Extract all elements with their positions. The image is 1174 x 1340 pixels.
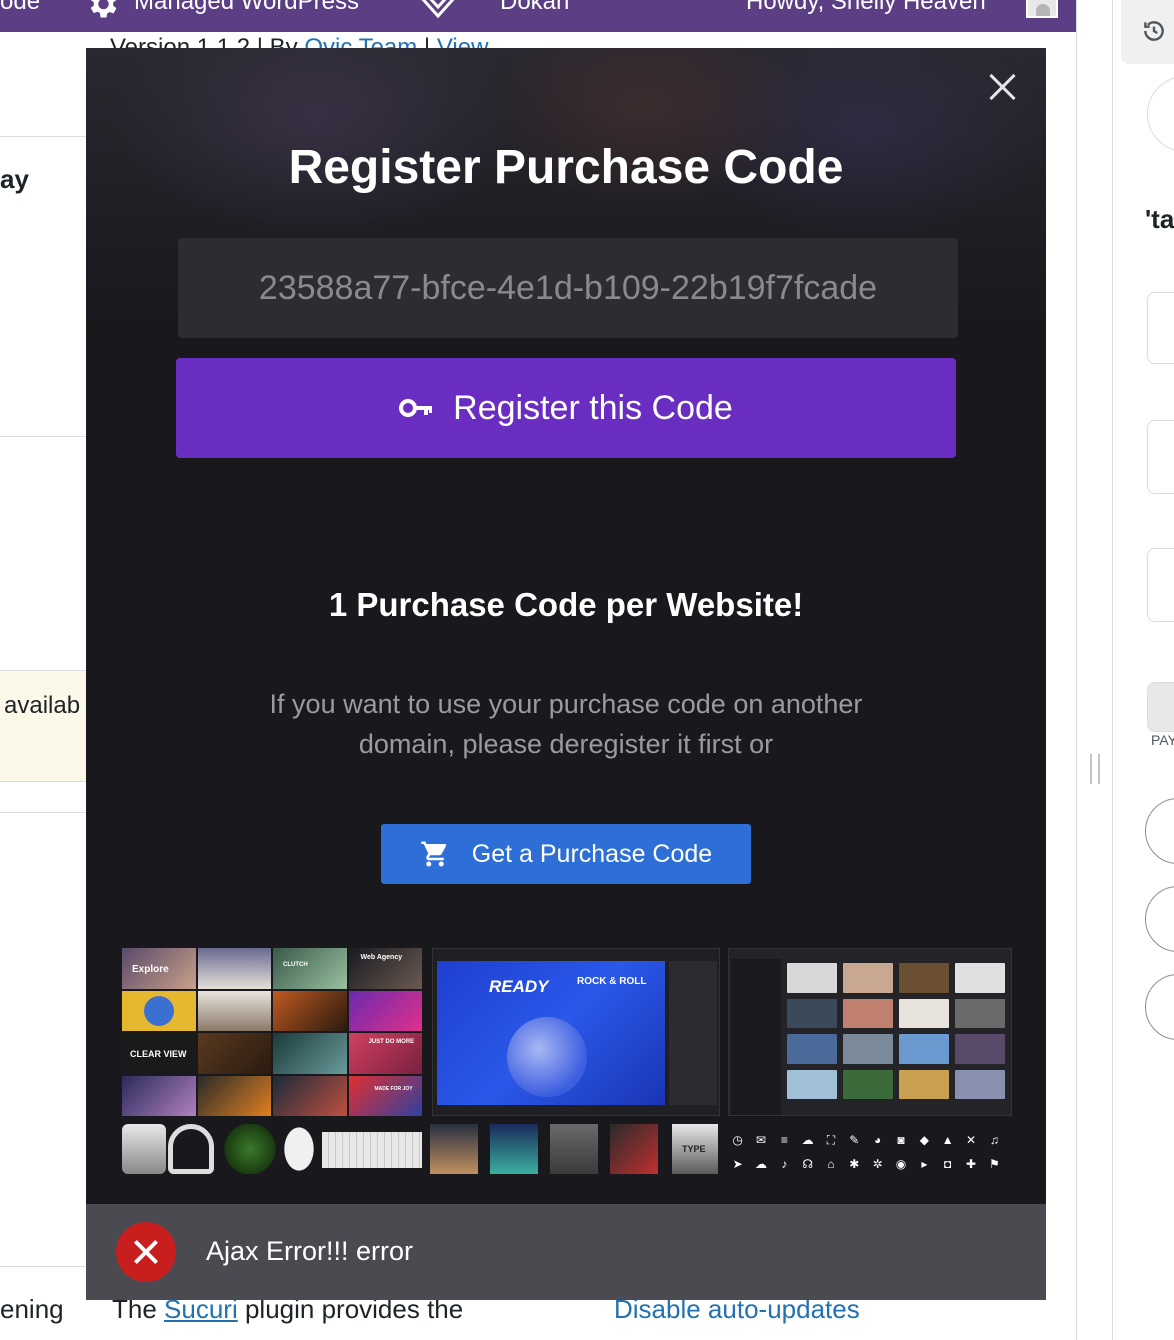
editor-settings-panel xyxy=(669,961,717,1105)
template-thumb: CLEAR VIEW xyxy=(122,1033,196,1074)
admin-bar-managed-wordpress[interactable]: Managed WordPress xyxy=(134,0,359,16)
close-button[interactable] xyxy=(982,66,1022,106)
template-thumb xyxy=(273,1075,347,1116)
plugin-name-partial-2: ening xyxy=(0,1294,64,1324)
photo-thumb xyxy=(550,1124,598,1174)
admin-bar-dokan[interactable]: Dokan xyxy=(500,0,569,16)
headphones-thumb xyxy=(168,1124,214,1174)
template-thumb xyxy=(273,1033,347,1074)
template-thumb xyxy=(197,1033,271,1074)
template-thumb: CLUTCH xyxy=(273,948,347,989)
admin-bar: ode Managed WordPress Dokan Howdy, Shell… xyxy=(0,0,1076,32)
template-thumb xyxy=(122,990,196,1031)
template-thumb xyxy=(273,990,347,1031)
template-thumb: Explore xyxy=(122,948,196,989)
keyboard-thumb xyxy=(322,1132,422,1168)
template-thumb xyxy=(197,990,271,1031)
template-thumb xyxy=(348,990,422,1031)
right-panel-card[interactable] xyxy=(1147,548,1174,622)
thumb-label: TYPE xyxy=(682,1144,706,1154)
row-divider xyxy=(0,812,86,813)
editor-preview: READY ROCK & ROLL xyxy=(432,948,720,1116)
image-library-preview xyxy=(728,948,1012,1116)
template-thumb xyxy=(122,1075,196,1116)
cart-icon xyxy=(421,841,447,867)
admin-bar-howdy[interactable]: Howdy, Shelly Heaven xyxy=(746,0,986,16)
right-panel-card[interactable] xyxy=(1147,292,1174,364)
deregister-info-text: If you want to use your purchase code on… xyxy=(269,689,863,759)
thumb-label: Web Agency xyxy=(360,954,403,961)
photo-thumb xyxy=(490,1124,538,1174)
icon-set-preview: ◷ ✉ ≡ ☁ ⛶ ✎ ◕ ◙ ◆ ▲ ✕ ♫ ➤ ☁ ♪ ☊ ⌂ ✱ ✲ ◉ ▸ ◘ ✚ ⚑ xyxy=(732,1133,1000,1171)
error-toast: Ajax Error!!! error xyxy=(86,1204,1046,1300)
dokan-icon[interactable] xyxy=(418,0,458,27)
right-panel: 'ta PAY xyxy=(1112,0,1174,1340)
key-icon xyxy=(399,399,433,417)
modal-title: Register Purchase Code xyxy=(288,141,844,194)
hero-rock-text: ROCK & ROLL xyxy=(577,976,647,987)
avatar[interactable] xyxy=(1026,0,1058,18)
library-image-grid xyxy=(787,963,1005,1099)
get-purchase-code-label: Get a Purchase Code xyxy=(471,839,713,868)
template-thumb: MADE FOR JOY xyxy=(348,1075,422,1116)
row-divider xyxy=(0,1266,86,1267)
error-icon xyxy=(116,1222,176,1282)
photo-thumb xyxy=(430,1124,478,1174)
photo-thumb xyxy=(610,1124,658,1174)
gear-icon[interactable] xyxy=(84,0,120,29)
payment-icon xyxy=(1147,682,1174,732)
admin-bar-code-item[interactable]: ode xyxy=(0,0,40,16)
history-button[interactable] xyxy=(1121,0,1174,64)
right-panel-card[interactable] xyxy=(1147,420,1174,494)
per-website-heading: 1 Purchase Code per Website! xyxy=(328,586,804,623)
pay-label: PAY xyxy=(1151,732,1174,748)
get-purchase-code-button[interactable]: Get a Purchase Code xyxy=(381,824,751,884)
thumb-label: CLEAR VIEW xyxy=(130,1049,187,1059)
thumb-label: Explore xyxy=(132,964,169,975)
row-divider xyxy=(0,136,86,137)
row-divider xyxy=(0,436,86,437)
library-sidebar xyxy=(731,959,781,1115)
register-code-label: Register this Code xyxy=(453,388,733,427)
theme-preview-collage: Explore CLUTCH Web Agency CLEAR VIEW JUS… xyxy=(122,948,1012,1178)
error-message: Ajax Error!!! error xyxy=(206,1236,414,1266)
plugin-name-partial: ay xyxy=(0,164,29,194)
thumb-label: MADE FOR JOY xyxy=(374,1085,413,1092)
template-thumb: JUST DO MORE xyxy=(348,1033,422,1074)
template-thumb xyxy=(197,948,271,989)
right-panel-card[interactable] xyxy=(1147,76,1174,152)
right-panel-title-partial: 'ta xyxy=(1145,204,1174,234)
mouse-thumb xyxy=(282,1124,316,1174)
update-available-text: availab xyxy=(4,692,81,719)
watch-thumb xyxy=(122,1124,166,1174)
register-code-button[interactable]: Register this Code xyxy=(176,358,956,458)
template-thumbnail-grid: Explore CLUTCH Web Agency CLEAR VIEW JUS… xyxy=(122,948,422,1116)
editor-hero-preview: READY ROCK & ROLL xyxy=(437,961,665,1105)
right-panel-option[interactable] xyxy=(1145,886,1174,952)
right-panel-option[interactable] xyxy=(1145,974,1174,1040)
thumb-label: CLUTCH xyxy=(283,962,308,968)
product-thumbnails: TYPE xyxy=(122,1122,722,1178)
resize-handle[interactable] xyxy=(1090,754,1100,784)
history-icon xyxy=(1144,21,1164,41)
hero-ready-text: READY xyxy=(489,977,549,996)
template-thumb xyxy=(197,1075,271,1116)
purchase-code-input[interactable] xyxy=(178,238,958,338)
right-panel-option[interactable] xyxy=(1145,798,1174,864)
panel-divider xyxy=(1076,0,1112,1340)
update-notice-row xyxy=(0,670,86,782)
hero-portrait xyxy=(507,1017,587,1097)
register-purchase-code-modal: Register Purchase Code Register this Cod… xyxy=(86,48,1046,1300)
plant-thumb xyxy=(224,1124,276,1174)
template-thumb: Web Agency xyxy=(348,948,422,989)
thumb-label: JUST DO MORE xyxy=(368,1039,415,1045)
type-thumb: TYPE xyxy=(672,1124,718,1174)
